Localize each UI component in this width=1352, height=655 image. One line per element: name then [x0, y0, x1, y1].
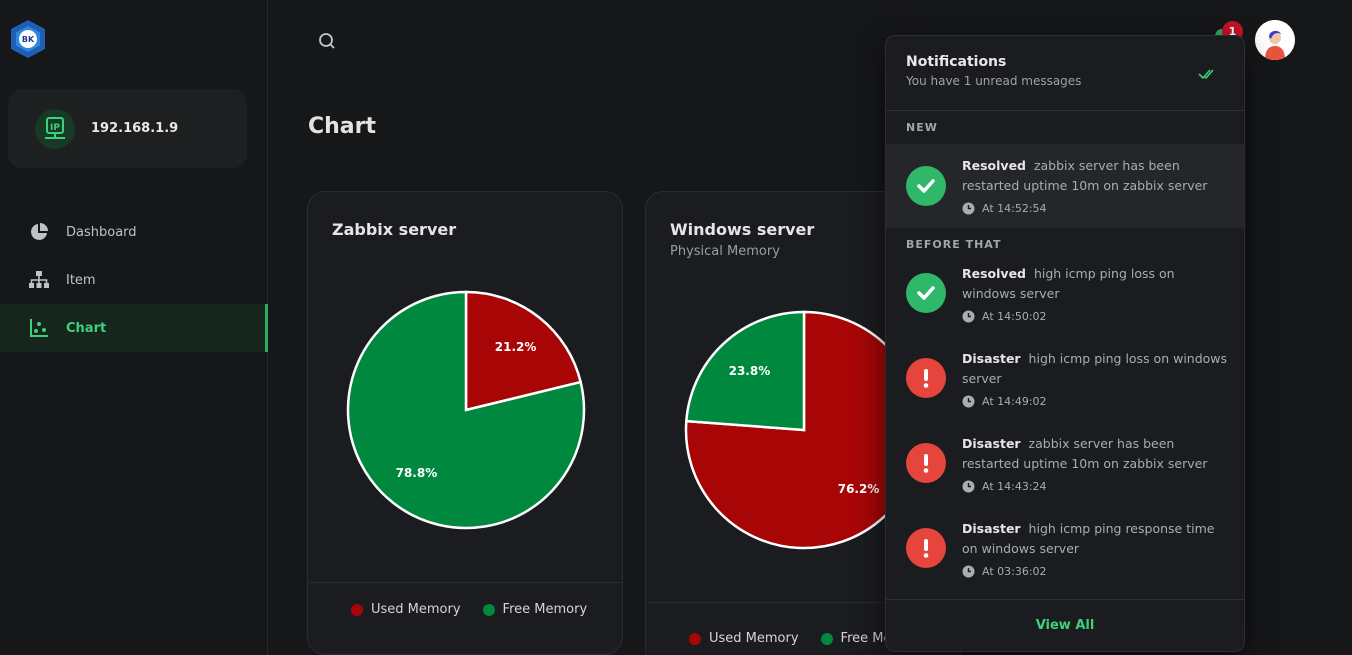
notification-status: Disaster	[962, 436, 1021, 451]
pie-data-label: 23.8%	[729, 364, 771, 378]
notification-status: Resolved	[962, 266, 1026, 281]
notification-text: Resolved high icmp ping loss on windows …	[962, 264, 1232, 304]
legend-used-memory[interactable]: Used Memory	[689, 631, 799, 646]
notifications-title: Notifications	[906, 54, 1007, 70]
sitemap-icon	[28, 269, 50, 291]
pie-chart: 21.2% 78.8%	[346, 290, 586, 530]
sidebar-item-item[interactable]: Item	[0, 256, 268, 304]
notification-time-text: At 03:36:02	[982, 565, 1047, 578]
notifications-header: Notifications You have 1 unread messages	[886, 36, 1244, 111]
sidebar: BK IP 192.168.1.9 Dashboard Item Chart	[0, 0, 268, 655]
notification-text: Disaster high icmp ping loss on windows …	[962, 349, 1232, 389]
sidebar-item-label: Item	[66, 272, 96, 288]
notification-time-text: At 14:49:02	[982, 395, 1047, 408]
clock-icon	[962, 395, 975, 408]
notifications-subtitle: You have 1 unread messages	[906, 74, 1082, 88]
legend-free-memory[interactable]: Free Memory	[482, 602, 588, 617]
user-avatar[interactable]	[1255, 20, 1295, 60]
notification-time: At 14:50:02	[962, 310, 1047, 323]
search-button[interactable]	[316, 30, 338, 52]
notification-item[interactable]: Resolved high icmp ping loss on windows …	[886, 261, 1244, 346]
notification-item[interactable]: Resolved zabbix server has been restarte…	[886, 144, 1244, 228]
legend-dot-used	[351, 603, 363, 616]
sidebar-nav: Dashboard Item Chart	[0, 208, 268, 352]
clock-icon	[962, 565, 975, 578]
sidebar-item-chart[interactable]: Chart	[0, 304, 268, 352]
chart-card-zabbix: Zabbix server 21.2% 78.8% Used Memory Fre…	[307, 191, 623, 655]
alert-circle-icon	[906, 443, 946, 483]
pie-data-label: 78.8%	[396, 466, 438, 480]
notifications-panel: Notifications You have 1 unread messages…	[885, 35, 1245, 652]
notification-time: At 14:43:24	[962, 480, 1047, 493]
notification-time: At 14:49:02	[962, 395, 1047, 408]
legend-label: Used Memory	[709, 631, 799, 646]
svg-text:BK: BK	[22, 35, 35, 44]
legend-label: Used Memory	[371, 602, 461, 617]
host-card[interactable]: IP 192.168.1.9	[8, 89, 247, 168]
search-icon	[319, 33, 335, 49]
section-label-before: BEFORE THAT	[906, 238, 1002, 251]
clock-icon	[962, 310, 975, 323]
legend-dot-free	[482, 603, 495, 616]
notification-text: Resolved zabbix server has been restarte…	[962, 156, 1232, 196]
view-all-button[interactable]: View All	[886, 599, 1244, 651]
alert-circle-icon	[906, 528, 946, 568]
legend-label: Free Memory	[502, 602, 588, 617]
notification-text: Disaster high icmp ping response time on…	[962, 519, 1232, 559]
notification-status: Disaster	[962, 351, 1021, 366]
notification-time-text: At 14:52:54	[982, 202, 1047, 215]
pie-data-label: 76.2%	[838, 482, 880, 496]
notification-time-text: At 14:43:24	[982, 480, 1047, 493]
legend-used-memory[interactable]: Used Memory	[351, 602, 461, 617]
notification-text: Disaster zabbix server has been restarte…	[962, 434, 1232, 474]
clock-icon	[962, 202, 975, 215]
notification-status: Disaster	[962, 521, 1021, 536]
host-ip: 192.168.1.9	[91, 121, 179, 136]
legend-dot-free	[820, 632, 833, 645]
double-check-icon	[1198, 69, 1214, 80]
chart-legend: Used Memory Free Memory	[308, 582, 622, 636]
notification-item[interactable]: Disaster zabbix server has been restarte…	[886, 431, 1244, 516]
sidebar-item-dashboard[interactable]: Dashboard	[0, 208, 268, 256]
clock-icon	[962, 480, 975, 493]
notification-item[interactable]: Disaster high icmp ping loss on windows …	[886, 346, 1244, 431]
scatter-chart-icon	[28, 317, 50, 339]
notification-time-text: At 14:50:02	[982, 310, 1047, 323]
page-title: Chart	[308, 114, 377, 139]
legend-dot-used	[689, 632, 701, 645]
notification-time: At 14:52:54	[962, 202, 1047, 215]
alert-circle-icon	[906, 358, 946, 398]
section-label-new: NEW	[906, 121, 938, 134]
check-circle-icon	[906, 273, 946, 313]
app-logo[interactable]: BK	[7, 18, 49, 60]
notification-time: At 03:36:02	[962, 565, 1047, 578]
sidebar-item-label: Dashboard	[66, 224, 137, 240]
notification-status: Resolved	[962, 158, 1026, 173]
pie-data-label: 21.2%	[495, 340, 537, 354]
sidebar-item-label: Chart	[66, 320, 107, 336]
pie-chart-icon	[28, 221, 50, 243]
check-circle-icon	[906, 166, 946, 206]
ip-network-icon: IP	[35, 108, 75, 149]
notification-item[interactable]: Disaster high icmp ping response time on…	[886, 516, 1244, 601]
mark-all-read-button[interactable]	[1198, 66, 1218, 82]
svg-text:IP: IP	[50, 123, 60, 133]
